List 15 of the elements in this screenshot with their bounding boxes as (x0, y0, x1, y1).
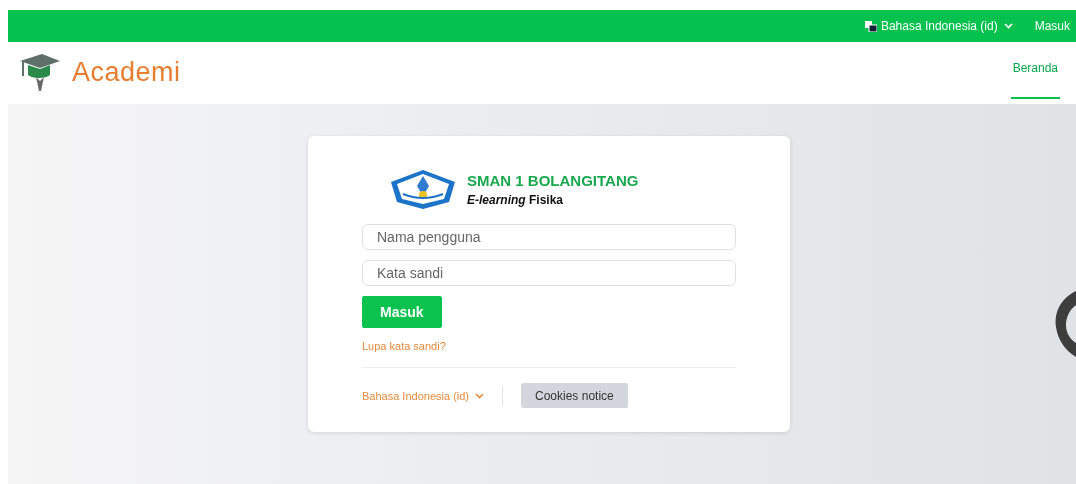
login-link[interactable]: Masuk (1034, 19, 1070, 33)
cookies-notice-button[interactable]: Cookies notice (521, 383, 628, 408)
site-subtitle: E-learning Fisika (467, 192, 565, 207)
username-field[interactable]: Nama pengguna (362, 224, 736, 250)
language-icon (864, 20, 877, 32)
language-menu[interactable]: Bahasa Indonesia (id) (864, 19, 1013, 33)
school-name: SMAN 1 BOLANGITANG (467, 171, 639, 189)
nav-tab[interactable]: Beranda (1010, 38, 1060, 99)
chevron-down-icon (1003, 23, 1013, 29)
forgot-password-link[interactable]: Lupa kata sandi? (362, 340, 736, 352)
site-logo-text: Academi (72, 57, 181, 88)
password-field[interactable]: Kata sandi (362, 260, 736, 286)
login-button[interactable]: Masuk (362, 296, 442, 328)
chevron-down-icon (475, 392, 484, 399)
language-menu[interactable]: Bahasa Indonesia (id) (362, 389, 484, 402)
